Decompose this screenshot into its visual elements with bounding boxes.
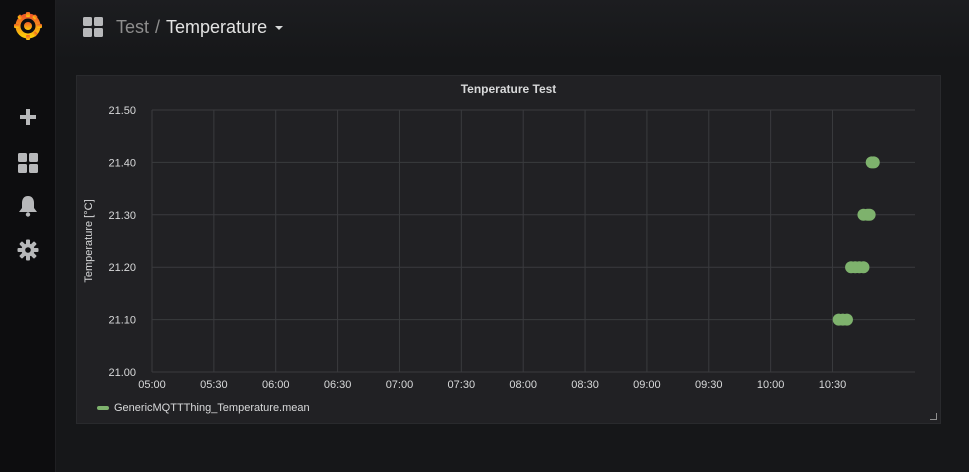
bell-icon: [18, 196, 37, 217]
grafana-logo-button[interactable]: [0, 6, 55, 46]
x-tick-label: 10:30: [819, 379, 847, 391]
y-tick-label: 21.50: [108, 105, 136, 117]
main-area: Test / Temperature Tenperature Test 21.00 2…: [56, 0, 969, 472]
y-tick-label: 21.30: [108, 210, 136, 222]
y-tick-label: 21.00: [108, 367, 136, 379]
breadcrumb: Test / Temperature: [116, 16, 284, 38]
dashboard-title[interactable]: Temperature: [166, 17, 267, 37]
dashboard-header: Test / Temperature: [82, 12, 284, 42]
legend-series-label[interactable]: GenericMQTTThing_Temperature.mean: [114, 402, 310, 414]
temperature-chart[interactable]: 21.00 21.10 21.20 21.30 21.40 21.50 05:00 05:30…: [77, 76, 940, 396]
breadcrumb-separator: /: [155, 16, 161, 37]
x-tick-label: 06:30: [324, 379, 352, 391]
x-tick-label: 09:00: [633, 379, 661, 391]
y-tick-label: 21.20: [108, 262, 136, 274]
plus-icon: [19, 109, 36, 125]
gear-icon: [17, 239, 38, 261]
x-tick-label: 06:00: [262, 379, 290, 391]
x-tick-label: 08:30: [571, 379, 599, 391]
dashboards-button[interactable]: [0, 143, 55, 183]
x-tick-label: 09:30: [695, 379, 723, 391]
y-tick-label: 21.10: [108, 315, 136, 327]
data-point: [840, 313, 853, 326]
grafana-logo-icon: [13, 12, 42, 40]
x-tick-label: 05:00: [138, 379, 166, 391]
x-tick-label: 07:30: [448, 379, 476, 391]
data-point: [867, 156, 880, 169]
x-tick-label: 10:00: [757, 379, 785, 391]
x-tick-label: 07:00: [386, 379, 414, 391]
resize-handle[interactable]: [930, 413, 937, 420]
y-axis-label: Temperature [°C]: [83, 199, 95, 282]
data-point: [863, 208, 876, 221]
y-tick-label: 21.40: [108, 157, 136, 169]
sidebar: [0, 0, 56, 472]
alerting-button[interactable]: [0, 186, 55, 226]
breadcrumb-folder[interactable]: Test: [116, 17, 149, 37]
legend-swatch[interactable]: [97, 406, 109, 410]
grid-icon: [17, 153, 38, 173]
configuration-button[interactable]: [0, 230, 55, 270]
graph-panel: Tenperature Test 21.00 21.10 21.20 21.30 21.…: [76, 75, 941, 424]
data-point: [857, 261, 870, 274]
dashboard-grid-icon[interactable]: [82, 16, 104, 38]
x-tick-label: 05:30: [200, 379, 228, 391]
create-button[interactable]: [0, 97, 55, 137]
caret-down-icon[interactable]: [275, 25, 284, 30]
legend: GenericMQTTThing_Temperature.mean: [97, 402, 310, 414]
x-tick-label: 08:00: [509, 379, 537, 391]
